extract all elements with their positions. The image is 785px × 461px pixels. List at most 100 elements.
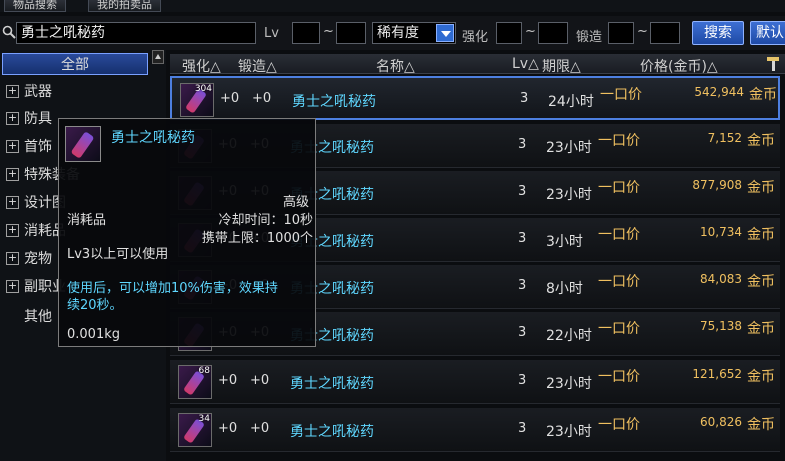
search-bar: 勇士之吼秘药 Lv ~ 稀有度 强化 ~ 锻造 ~ 搜索 默认: [0, 16, 785, 50]
row-level: 3: [520, 91, 529, 106]
row-name: 勇士之吼秘药: [290, 376, 374, 392]
row-currency: 金币: [747, 369, 775, 385]
level-range-tilde: ~: [323, 24, 334, 39]
row-level: 3: [518, 325, 527, 340]
category-label: 宠物: [24, 251, 52, 267]
row-currency: 金币: [747, 274, 775, 290]
row-currency: 金币: [747, 227, 775, 243]
level-label: Lv: [264, 26, 279, 41]
rarity-select[interactable]: 稀有度: [372, 22, 456, 44]
table-row[interactable]: 34 +0 +0 勇士之吼秘药 3 23小时 一口价 60,826 金币: [170, 408, 780, 452]
column-level[interactable]: Lv△: [512, 56, 539, 72]
row-level: 3: [518, 137, 527, 152]
row-forge: +0: [252, 91, 272, 106]
row-name: 勇士之吼秘药: [290, 424, 374, 440]
row-price: 75,138: [700, 319, 742, 333]
chevron-down-icon[interactable]: [436, 24, 454, 42]
row-currency: 金币: [747, 417, 775, 433]
row-enhance: +0: [218, 421, 238, 436]
row-forge: +0: [250, 421, 270, 436]
expand-plus-icon[interactable]: +: [6, 196, 19, 209]
category-label: 全部: [61, 57, 89, 73]
level-max-field[interactable]: [336, 22, 366, 44]
column-enhance[interactable]: 强化△: [182, 56, 221, 76]
row-period: 8小时: [546, 281, 583, 297]
table-row[interactable]: 304 +0 +0 勇士之吼秘药 3 24小时 一口价 542,944 金币: [170, 76, 780, 120]
row-price: 60,826: [700, 415, 742, 429]
row-period: 23小时: [546, 376, 592, 392]
column-period[interactable]: 期限△: [542, 56, 581, 76]
expand-plus-icon[interactable]: +: [6, 224, 19, 237]
tooltip-description-line2: 续20秒。: [67, 298, 123, 313]
potion-bottle-icon: 34: [178, 413, 212, 447]
row-level: 3: [518, 231, 527, 246]
item-tooltip: 勇士之吼秘药 高级 消耗品 冷却时间：10秒 携带上限：1000个 Lv3以上可…: [58, 118, 316, 347]
forge-max-field[interactable]: [650, 22, 680, 44]
forge-label: 锻造: [576, 30, 603, 45]
tab-item-search[interactable]: 物品搜索: [4, 0, 66, 12]
enhance-min-field[interactable]: [496, 22, 522, 44]
row-enhance: +0: [218, 373, 238, 388]
row-price: 10,734: [700, 225, 742, 239]
expand-plus-icon[interactable]: +: [6, 85, 19, 98]
category-weapons[interactable]: + 武器: [2, 81, 148, 103]
tooltip-weight: 0.001kg: [67, 327, 120, 342]
row-name: 勇士之吼秘药: [292, 94, 376, 110]
expand-plus-icon[interactable]: +: [6, 280, 19, 293]
results-table-header: 强化△ 锻造△ 名称△ Lv△ 期限△ 价格(金币)△: [170, 54, 785, 76]
tooltip-item-name: 勇士之吼秘药: [111, 130, 195, 146]
row-period: 3小时: [546, 234, 583, 250]
row-period: 23小时: [546, 187, 592, 203]
row-currency: 金币: [749, 87, 777, 103]
search-button[interactable]: 搜索: [692, 21, 744, 45]
forge-min-field[interactable]: [608, 22, 634, 44]
tooltip-requirement: Lv3以上可以使用: [67, 247, 169, 262]
enhance-max-field[interactable]: [538, 22, 568, 44]
scroll-up-arrow[interactable]: [152, 50, 164, 64]
row-sale-type: 一口价: [598, 417, 640, 433]
row-currency: 金币: [747, 180, 775, 196]
expand-plus-icon[interactable]: +: [6, 252, 19, 265]
row-level: 3: [518, 278, 527, 293]
row-sale-type: 一口价: [598, 133, 640, 149]
row-sale-type: 一口价: [598, 274, 640, 290]
row-price: 121,652: [692, 367, 742, 381]
potion-bottle-icon: 68: [178, 365, 212, 399]
forge-range-tilde: ~: [637, 24, 648, 39]
table-row[interactable]: 68 +0 +0 勇士之吼秘药 3 23小时 一口价 121,652 金币: [170, 360, 780, 404]
search-icon: [2, 25, 16, 39]
expand-plus-icon[interactable]: +: [6, 112, 19, 125]
column-name[interactable]: 名称△: [376, 56, 415, 76]
tab-bar: 物品搜索 我的拍卖品: [0, 0, 785, 12]
row-price: 877,908: [692, 178, 742, 192]
row-price: 542,944: [694, 85, 744, 99]
row-period: 24小时: [548, 94, 594, 110]
tab-my-auctions[interactable]: 我的拍卖品: [88, 0, 161, 12]
row-sale-type: 一口价: [598, 321, 640, 337]
row-period: 22小时: [546, 328, 592, 344]
row-level: 3: [518, 373, 527, 388]
hammer-icon: [767, 57, 779, 71]
tooltip-carry-limit: 携带上限：1000个: [201, 231, 313, 246]
column-forge[interactable]: 锻造△: [238, 56, 277, 76]
level-min-field[interactable]: [292, 22, 320, 44]
row-currency: 金币: [747, 133, 775, 149]
category-label: 武器: [24, 84, 52, 100]
enhance-range-tilde: ~: [525, 24, 536, 39]
potion-bottle-icon: [65, 126, 101, 162]
row-enhance: +0: [220, 91, 240, 106]
expand-plus-icon[interactable]: +: [6, 140, 19, 153]
search-input[interactable]: 勇士之吼秘药: [16, 22, 256, 44]
default-button[interactable]: 默认: [750, 21, 785, 45]
tooltip-cooldown: 冷却时间：10秒: [218, 213, 313, 228]
category-label: 防具: [24, 111, 52, 127]
category-all[interactable]: 全部: [2, 53, 148, 75]
category-label: 其他: [24, 309, 52, 325]
column-price[interactable]: 价格(金币)△: [640, 56, 718, 76]
expand-plus-icon[interactable]: +: [6, 168, 19, 181]
row-sale-type: 一口价: [600, 87, 642, 103]
rarity-select-value: 稀有度: [377, 25, 419, 41]
row-level: 3: [518, 184, 527, 199]
enhance-label: 强化: [462, 30, 489, 45]
row-currency: 金币: [747, 321, 775, 337]
